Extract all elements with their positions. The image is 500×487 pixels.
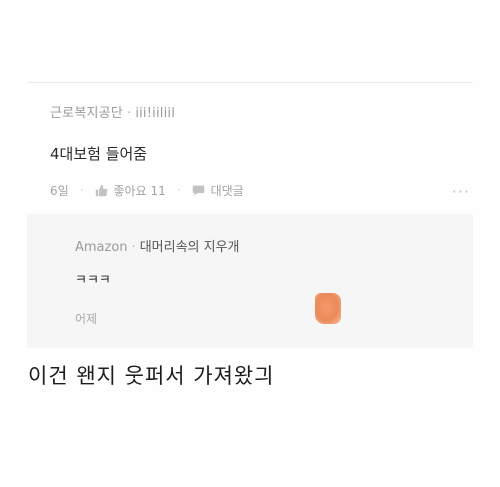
meta-separator: ·: [126, 106, 132, 121]
screenshot-page: 근로복지공단 · iii!iiliil 4대보험 들어줌 6일 · 좋아요 11 ·…: [0, 0, 500, 487]
comment-actions: 6일 · 좋아요 11 · 대댓글 ···: [50, 180, 469, 201]
comment-author[interactable]: 근로복지공단: [50, 106, 123, 121]
reply-time: 어제: [75, 312, 98, 326]
reply-button[interactable]: 대댓글: [192, 182, 244, 199]
more-dots-icon[interactable]: ···: [452, 182, 470, 201]
reply-item: Amazon · 대머리속의 지우개 ㅋㅋㅋ 어제: [27, 214, 473, 348]
reply-body: ㅋㅋㅋ: [75, 273, 111, 288]
meta-separator: ·: [131, 240, 136, 255]
like-label: 좋아요 11: [113, 183, 166, 198]
reply-mention[interactable]: 대머리속의 지우개: [140, 240, 240, 255]
reply-label: 대댓글: [210, 183, 244, 198]
reply-thumbnail[interactable]: [315, 293, 341, 324]
comment-time: 6일: [50, 183, 69, 198]
comment-meta: 근로복지공단 · iii!iiliil: [50, 104, 450, 124]
comment-author-badge: iii!iiliil: [135, 106, 176, 121]
caption-text: 이건 왠지 웃퍼서 가져왔긔: [28, 364, 275, 388]
top-divider: [27, 82, 473, 83]
like-button[interactable]: 좋아요 11: [95, 182, 166, 199]
action-separator: ·: [176, 183, 181, 197]
reply-meta: Amazon · 대머리속의 지우개: [75, 239, 240, 257]
action-separator: ·: [79, 183, 84, 197]
comment-item: 근로복지공단 · iii!iiliil 4대보험 들어줌 6일 · 좋아요 11 ·…: [50, 104, 469, 201]
speech-bubble-icon: [192, 185, 204, 195]
comment-body: 4대보험 들어줌: [50, 145, 148, 163]
thumbs-up-icon: [95, 184, 107, 196]
reply-author[interactable]: Amazon: [75, 240, 128, 255]
